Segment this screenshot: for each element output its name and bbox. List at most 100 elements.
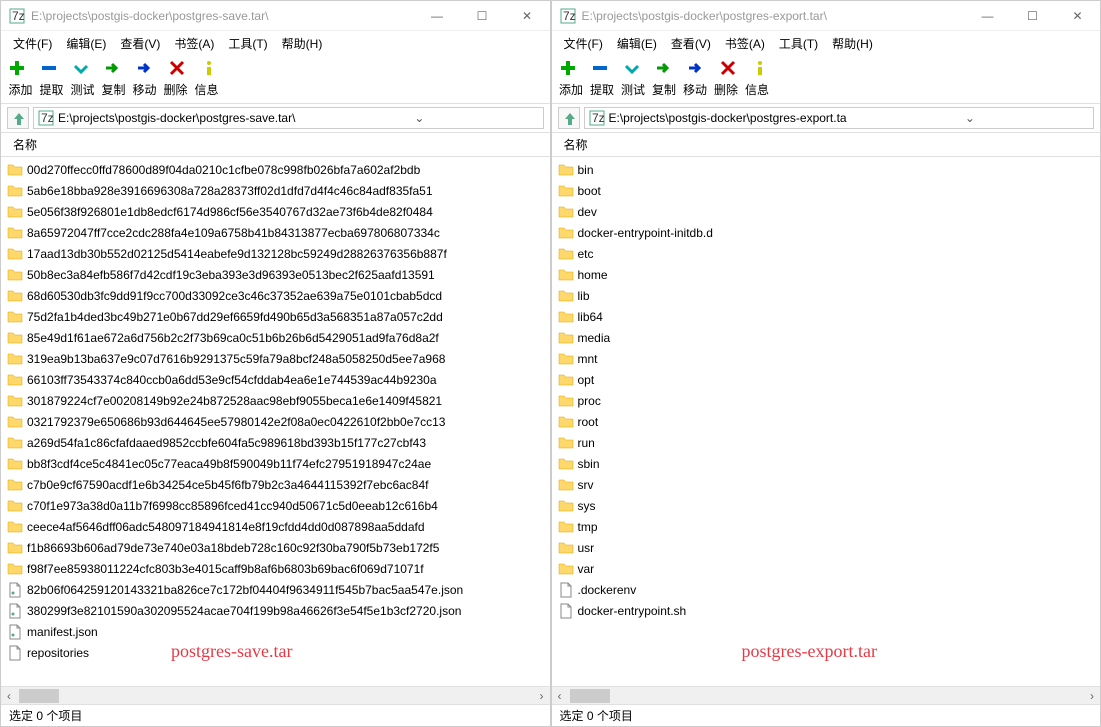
list-item[interactable]: c7b0e9cf67590acdf1e6b34254ce5b45f6fb79b2… bbox=[7, 474, 544, 495]
menu-item[interactable]: 文件(F) bbox=[558, 33, 609, 54]
minimize-button[interactable]: — bbox=[415, 1, 460, 31]
move-button[interactable] bbox=[686, 58, 708, 80]
extract-button[interactable] bbox=[590, 58, 612, 80]
list-item[interactable]: 66103ff73543374c840ccb0a6dd53e9cf54cfdda… bbox=[7, 369, 544, 390]
file-name: 17aad13db30b552d02125d5414eabefe9d132128… bbox=[27, 247, 447, 261]
menubar: 文件(F)编辑(E)查看(V)书签(A)工具(T)帮助(H) bbox=[552, 31, 1101, 55]
menu-item[interactable]: 工具(T) bbox=[773, 33, 824, 54]
list-item[interactable]: 380299f3e82101590a302095524acae704f199b9… bbox=[7, 600, 544, 621]
list-item[interactable]: home bbox=[558, 264, 1095, 285]
list-item[interactable]: root bbox=[558, 411, 1095, 432]
scroll-left-icon[interactable]: ‹ bbox=[1, 689, 17, 703]
list-item[interactable]: repositories bbox=[7, 642, 544, 663]
list-item[interactable]: 8a65972047ff7cce2cdc288fa4e109a6758b41b8… bbox=[7, 222, 544, 243]
scroll-thumb[interactable] bbox=[570, 689, 610, 703]
list-item[interactable]: 5e056f38f926801e1db8edcf6174d986cf56e354… bbox=[7, 201, 544, 222]
list-item[interactable]: bin bbox=[558, 159, 1095, 180]
list-item[interactable]: usr bbox=[558, 537, 1095, 558]
list-item[interactable]: 50b8ec3a84efb586f7d42cdf19c3eba393e3d963… bbox=[7, 264, 544, 285]
list-item[interactable]: dev bbox=[558, 201, 1095, 222]
list-item[interactable]: ceece4af5646dff06adc548097184941814e8f19… bbox=[7, 516, 544, 537]
list-item[interactable]: f1b86693b606ad79de73e740e03a18bdeb728c16… bbox=[7, 537, 544, 558]
list-item[interactable]: c70f1e973a38d0a11b7f6998cc85896fced41cc9… bbox=[7, 495, 544, 516]
column-header-name[interactable]: 名称 bbox=[558, 134, 594, 155]
list-item[interactable]: mnt bbox=[558, 348, 1095, 369]
move-button[interactable] bbox=[135, 58, 157, 80]
menu-item[interactable]: 工具(T) bbox=[222, 33, 273, 54]
list-item[interactable]: lib64 bbox=[558, 306, 1095, 327]
close-button[interactable]: ✕ bbox=[1055, 1, 1100, 31]
add-button[interactable] bbox=[7, 58, 29, 80]
menu-item[interactable]: 书签(A) bbox=[168, 33, 220, 54]
list-item[interactable]: .dockerenv bbox=[558, 579, 1095, 600]
menu-item[interactable]: 查看(V) bbox=[114, 33, 166, 54]
menu-item[interactable]: 帮助(H) bbox=[276, 33, 329, 54]
list-item[interactable]: 00d270ffecc0ffd78600d89f04da0210c1cfbe07… bbox=[7, 159, 544, 180]
add-button[interactable] bbox=[558, 58, 580, 80]
test-button[interactable] bbox=[622, 58, 644, 80]
list-item[interactable]: bb8f3cdf4ce5c4841ec05c77eaca49b8f590049b… bbox=[7, 453, 544, 474]
copy-button[interactable] bbox=[654, 58, 676, 80]
list-item[interactable]: docker-entrypoint.sh bbox=[558, 600, 1095, 621]
menu-item[interactable]: 文件(F) bbox=[7, 33, 58, 54]
menu-item[interactable]: 编辑(E) bbox=[611, 33, 663, 54]
list-item[interactable]: f98f7ee85938011224cfc803b3e4015caff9b8af… bbox=[7, 558, 544, 579]
close-button[interactable]: ✕ bbox=[505, 1, 550, 31]
horizontal-scrollbar[interactable]: ‹› bbox=[552, 686, 1101, 704]
list-item[interactable]: run bbox=[558, 432, 1095, 453]
folder-icon bbox=[558, 330, 574, 346]
address-input[interactable]: E:\projects\postgis-docker\postgres-save… bbox=[33, 107, 544, 129]
scroll-thumb[interactable] bbox=[19, 689, 59, 703]
list-item[interactable]: var bbox=[558, 558, 1095, 579]
copy-button[interactable] bbox=[103, 58, 125, 80]
list-item[interactable]: 68d60530db3fc9dd91f9cc700d33092ce3c46c37… bbox=[7, 285, 544, 306]
address-dropdown-icon[interactable]: ⌄ bbox=[851, 111, 1089, 125]
info-button[interactable] bbox=[750, 58, 772, 80]
info-button[interactable] bbox=[199, 58, 221, 80]
list-item[interactable]: opt bbox=[558, 369, 1095, 390]
up-button[interactable] bbox=[558, 107, 580, 129]
list-item[interactable]: 75d2fa1b4ded3bc49b271e0b67dd29ef6659fd49… bbox=[7, 306, 544, 327]
scroll-right-icon[interactable]: › bbox=[534, 689, 550, 703]
delete-button[interactable] bbox=[167, 58, 189, 80]
list-item[interactable]: sys bbox=[558, 495, 1095, 516]
list-item[interactable]: srv bbox=[558, 474, 1095, 495]
list-item[interactable]: sbin bbox=[558, 453, 1095, 474]
menu-item[interactable]: 帮助(H) bbox=[826, 33, 879, 54]
file-name: 75d2fa1b4ded3bc49b271e0b67dd29ef6659fd49… bbox=[27, 310, 443, 324]
list-item[interactable]: 319ea9b13ba637e9c07d7616b9291375c59fa79a… bbox=[7, 348, 544, 369]
horizontal-scrollbar[interactable]: ‹› bbox=[1, 686, 550, 704]
address-input[interactable]: E:\projects\postgis-docker\postgres-expo… bbox=[584, 107, 1095, 129]
list-item[interactable]: a269d54fa1c86cfafdaaed9852ccbfe604fa5c98… bbox=[7, 432, 544, 453]
up-button[interactable] bbox=[7, 107, 29, 129]
scroll-right-icon[interactable]: › bbox=[1084, 689, 1100, 703]
list-item[interactable]: 82b06f064259120143321ba826ce7c172bf04404… bbox=[7, 579, 544, 600]
titlebar: E:\projects\postgis-docker\postgres-save… bbox=[1, 1, 550, 31]
address-dropdown-icon[interactable]: ⌄ bbox=[300, 111, 538, 125]
list-item[interactable]: boot bbox=[558, 180, 1095, 201]
list-item[interactable]: manifest.json bbox=[7, 621, 544, 642]
list-item[interactable]: docker-entrypoint-initdb.d bbox=[558, 222, 1095, 243]
menu-item[interactable]: 编辑(E) bbox=[60, 33, 112, 54]
folder-icon bbox=[558, 519, 574, 535]
test-button[interactable] bbox=[71, 58, 93, 80]
delete-button[interactable] bbox=[718, 58, 740, 80]
list-item[interactable]: 301879224cf7e00208149b92e24b872528aac98e… bbox=[7, 390, 544, 411]
list-item[interactable]: proc bbox=[558, 390, 1095, 411]
maximize-button[interactable]: ☐ bbox=[460, 1, 505, 31]
list-item[interactable]: lib bbox=[558, 285, 1095, 306]
menu-item[interactable]: 书签(A) bbox=[719, 33, 771, 54]
minimize-button[interactable]: — bbox=[965, 1, 1010, 31]
list-item[interactable]: tmp bbox=[558, 516, 1095, 537]
list-item[interactable]: 0321792379e650686b93d644645ee57980142e2f… bbox=[7, 411, 544, 432]
list-item[interactable]: 5ab6e18bba928e3916696308a728a28373ff02d1… bbox=[7, 180, 544, 201]
extract-button[interactable] bbox=[39, 58, 61, 80]
list-item[interactable]: 17aad13db30b552d02125d5414eabefe9d132128… bbox=[7, 243, 544, 264]
menu-item[interactable]: 查看(V) bbox=[665, 33, 717, 54]
list-item[interactable]: etc bbox=[558, 243, 1095, 264]
list-item[interactable]: 85e49d1f61ae672a6d756b2c2f73b69ca0c51b6b… bbox=[7, 327, 544, 348]
column-header-name[interactable]: 名称 bbox=[7, 134, 43, 155]
maximize-button[interactable]: ☐ bbox=[1010, 1, 1055, 31]
list-item[interactable]: media bbox=[558, 327, 1095, 348]
scroll-left-icon[interactable]: ‹ bbox=[552, 689, 568, 703]
